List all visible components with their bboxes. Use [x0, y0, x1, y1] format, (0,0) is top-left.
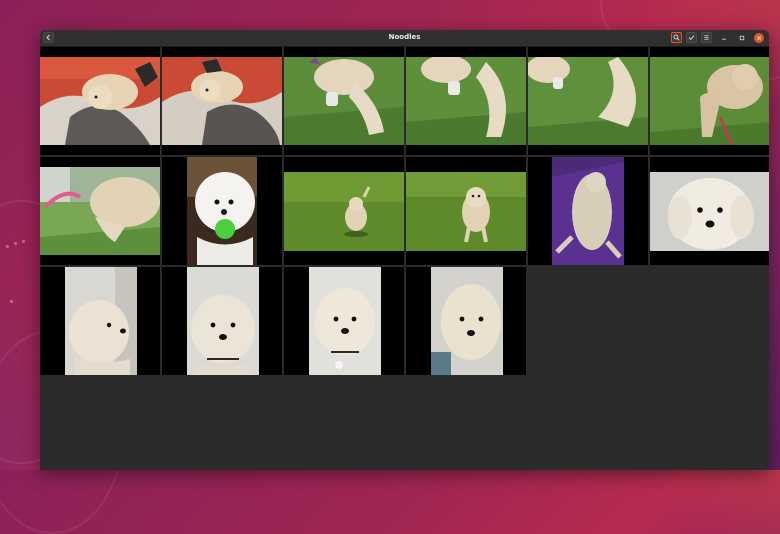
- checkmark-icon: [688, 34, 695, 41]
- minimize-button[interactable]: [720, 34, 728, 42]
- minimize-icon: [721, 35, 727, 41]
- photo-thumbnail[interactable]: [284, 47, 404, 155]
- photo-thumbnail[interactable]: [650, 47, 769, 155]
- search-icon: [673, 34, 680, 41]
- photo-thumbnail[interactable]: [650, 157, 769, 265]
- window-title: Noodles: [388, 33, 421, 41]
- photo-thumbnail[interactable]: [40, 267, 160, 375]
- photo-thumbnail[interactable]: [406, 47, 526, 155]
- photos-app-window: Noodles: [40, 30, 769, 470]
- menu-button[interactable]: [701, 32, 712, 43]
- photo-thumbnail[interactable]: [284, 157, 404, 265]
- photo-thumbnail[interactable]: [162, 267, 282, 375]
- photo-thumbnail[interactable]: [40, 47, 160, 155]
- photo-thumbnail[interactable]: [528, 47, 648, 155]
- menu-icon: [703, 34, 710, 41]
- photo-thumbnail[interactable]: [528, 157, 648, 265]
- maximize-icon: [739, 35, 745, 41]
- close-icon: [756, 35, 762, 41]
- photo-thumbnail[interactable]: [406, 267, 526, 375]
- close-button[interactable]: [754, 33, 764, 43]
- photo-thumbnail[interactable]: [40, 157, 160, 265]
- photo-grid: [40, 47, 769, 375]
- photo-thumbnail[interactable]: [406, 157, 526, 265]
- headerbar: Noodles: [40, 30, 769, 47]
- search-button[interactable]: [671, 32, 682, 43]
- photo-thumbnail[interactable]: [284, 267, 404, 375]
- select-button[interactable]: [686, 32, 697, 43]
- photo-thumbnail[interactable]: [162, 47, 282, 155]
- maximize-button[interactable]: [738, 34, 746, 42]
- photo-thumbnail[interactable]: [162, 157, 282, 265]
